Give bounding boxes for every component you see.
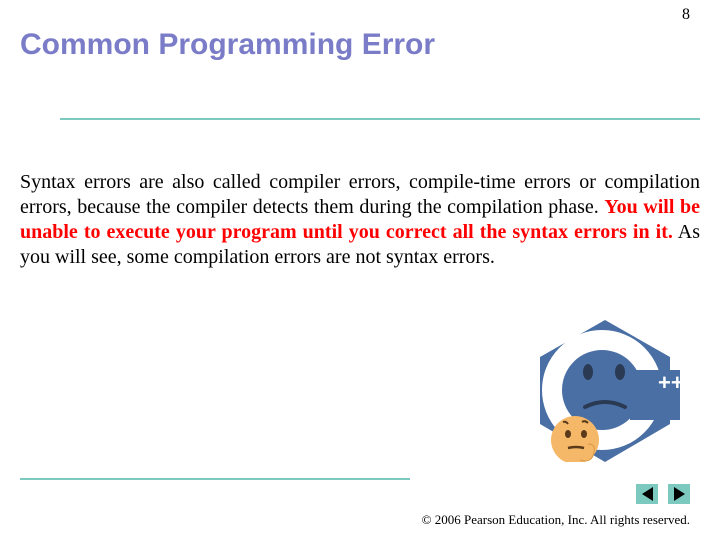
divider-top [60, 118, 700, 120]
body-before: Syntax errors are also called compiler e… [20, 171, 700, 218]
prev-button[interactable] [636, 484, 658, 504]
chevron-right-icon [674, 487, 685, 501]
cpp-badge-text: ++ [658, 370, 684, 395]
slide-title: Common Programming Error [20, 28, 435, 62]
divider-bottom [20, 478, 410, 480]
nav-controls [636, 484, 690, 504]
page-number: 8 [682, 6, 690, 24]
cpp-thinking-illustration: ++ [520, 312, 690, 462]
body-paragraph: Syntax errors are also called compiler e… [20, 170, 700, 270]
chevron-left-icon [642, 487, 653, 501]
next-button[interactable] [668, 484, 690, 504]
copyright-text: © 2006 Pearson Education, Inc. All right… [422, 512, 690, 528]
